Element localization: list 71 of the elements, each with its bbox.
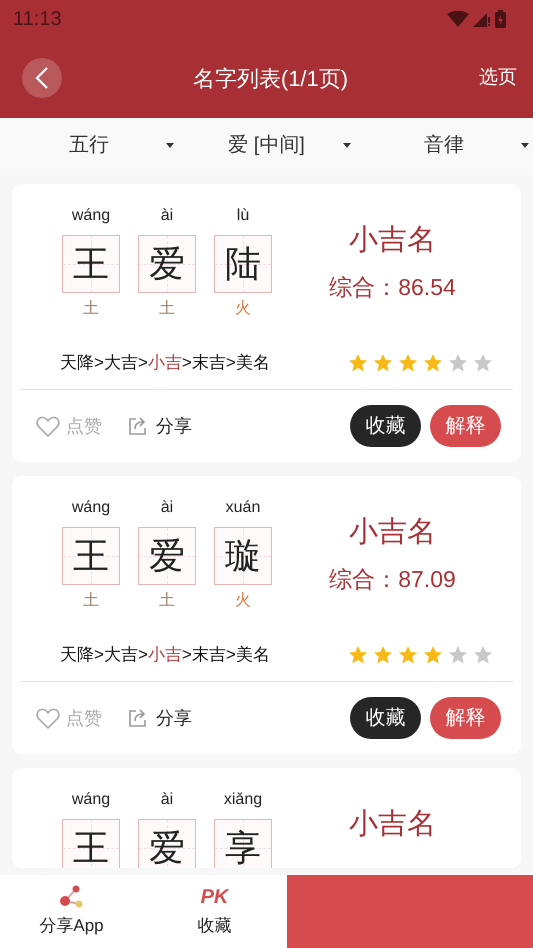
star-icon [473,645,493,665]
caret-icon [521,143,530,148]
pinyin-text: wáng [72,206,110,226]
caret-icon [343,143,352,148]
star-icon [373,645,393,665]
star-icon [373,353,393,373]
star-icon [423,645,443,665]
battery-icon [495,10,506,28]
element-label: 土 [83,299,99,319]
name-character: 王 [73,830,109,866]
pinyin-text: xuán [226,498,260,518]
tab-bar-item[interactable]: 分享App [0,875,143,948]
element-label: 土 [159,591,175,611]
grade-text: 小吉名 [349,807,436,842]
name-character: 爱 [149,246,185,282]
star-icon [423,353,443,373]
score-text: 综合：87.09 [329,565,456,594]
favorite-button[interactable]: 收藏 [350,697,421,739]
name-character: 陆 [225,246,261,282]
score-text: 综合：86.54 [329,273,456,302]
element-label: 火 [235,299,251,319]
back-button[interactable] [22,58,62,98]
pinyin-text: wáng [72,498,110,518]
element-label: 土 [83,591,99,611]
signal-icon [473,11,491,27]
filter-dropdown[interactable]: 音律 [355,118,533,172]
explain-button[interactable]: 解释 [430,697,501,739]
element-label: 火 [235,591,251,611]
explain-button[interactable]: 解释 [430,405,501,447]
star-icon [398,353,418,373]
chevron-left-icon [35,67,49,89]
pinyin-text: ài [160,206,174,226]
pinyin-text: ài [160,790,174,810]
share-icon [128,708,148,728]
name-character: 爱 [149,538,185,574]
star-icon [448,353,468,373]
pinyin-text: ài [160,498,174,518]
name-character: 璇 [225,538,261,574]
status-time: 11:13 [13,7,62,32]
share-button[interactable]: 分享 [128,704,192,732]
wifi-icon [447,11,469,27]
share-icon [128,416,148,436]
name-character: 王 [73,538,109,574]
favorite-button[interactable]: 收藏 [350,405,421,447]
heart-icon [36,708,60,728]
caret-icon [166,143,174,148]
filter-dropdown[interactable]: 爱 [中间] [178,118,356,172]
star-icon [398,645,418,665]
filter-dropdown[interactable]: 五行 [0,118,178,172]
star-icon [448,645,468,665]
pinyin-text: xiǎng [224,790,262,810]
star-icon [473,353,493,373]
share-button[interactable]: 分享 [128,412,192,440]
name-character: 享 [225,830,261,866]
tab-bar-item[interactable]: PK 收藏 [143,875,286,948]
heart-icon [36,416,60,436]
grade-text: 小吉名 [349,223,436,258]
star-icon [348,353,368,373]
fortune-scale: 天降>大吉>小吉>末吉>美名 [60,644,270,666]
pinyin-text: wáng [72,790,110,810]
page-title: 名字列表(1/1页) [192,64,350,92]
pinyin-text: lù [236,206,250,226]
pk-logo: PK [200,884,228,909]
name-character: 王 [73,246,109,282]
fortune-scale: 天降>大吉>小吉>末吉>美名 [60,352,270,374]
share-nodes-icon [58,884,84,909]
grade-text: 小吉名 [349,515,436,550]
name-character: 爱 [149,830,185,866]
element-label: 土 [159,299,175,319]
star-icon [348,645,368,665]
page-select-button[interactable]: 选页 [479,64,517,92]
